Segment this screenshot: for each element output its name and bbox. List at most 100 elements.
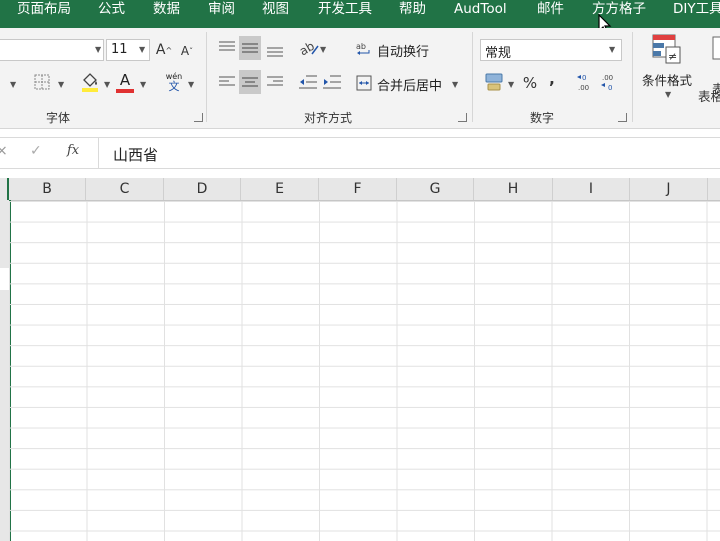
ribbon-separator [206, 32, 207, 122]
number-group-label: 数字 [530, 111, 555, 125]
conditional-formatting-label: 条件格式 [642, 73, 693, 88]
decrease-font-button[interactable]: Aˇ [178, 42, 196, 60]
orientation-dropdown-icon[interactable]: ▼ [320, 45, 326, 54]
column-header-row: B C D E F G H I J [0, 178, 720, 201]
comma-label: , [549, 70, 555, 88]
number-launcher-icon[interactable] [618, 113, 627, 122]
align-bottom-icon[interactable] [266, 42, 284, 58]
merge-center-icon [356, 75, 372, 91]
align-top-icon[interactable] [218, 40, 236, 54]
formula-bar: × ✓ fx 山西省 [0, 137, 720, 169]
alignment-group-label: 对齐方式 [304, 111, 353, 125]
currency-dropdown-icon[interactable]: ▼ [508, 80, 514, 89]
percent-label: % [522, 74, 538, 92]
svg-text:.00: .00 [578, 84, 589, 92]
fill-color-dropdown-icon[interactable]: ▼ [104, 80, 110, 89]
svg-text:0: 0 [608, 84, 612, 92]
menu-data[interactable]: 数据 [153, 0, 180, 22]
increase-decimal-icon[interactable]: 0 .00 [576, 72, 596, 92]
phonetic-dropdown-icon[interactable]: ▼ [188, 80, 194, 89]
comma-button[interactable]: , [546, 68, 558, 90]
number-format-value: 常规 [485, 46, 512, 61]
formula-content: 山西省 [113, 146, 159, 164]
column-header-h[interactable]: H [474, 178, 553, 200]
phonetic-bottom: 文 [168, 80, 180, 93]
svg-text:ab: ab [356, 42, 366, 51]
number-format-box[interactable]: 常规 ▼ [480, 39, 622, 61]
align-left-icon[interactable] [218, 75, 236, 89]
decrease-indent-icon[interactable] [298, 74, 318, 90]
wrap-text-button[interactable]: ab 自动换行 [356, 39, 456, 60]
font-size-dropdown-icon: ▼ [139, 45, 146, 54]
font-launcher-icon[interactable] [194, 113, 203, 122]
decrease-decimal-icon[interactable]: .00 0 [600, 72, 620, 92]
table-format-icon[interactable] [712, 36, 720, 60]
select-all-corner[interactable] [0, 178, 9, 200]
menu-developer[interactable]: 开发工具 [318, 0, 372, 22]
formula-input[interactable]: 山西省 [98, 138, 720, 168]
font-size-box[interactable]: 11 ▼ [106, 39, 150, 61]
menu-page-layout[interactable]: 页面布局 [17, 0, 71, 22]
decrease-font-label: A [180, 44, 190, 58]
prev-dropdown-icon[interactable]: ▼ [10, 80, 16, 89]
svg-text:≠: ≠ [668, 50, 677, 63]
column-header-e[interactable]: E [241, 178, 319, 200]
currency-icon[interactable] [484, 72, 504, 92]
menu-diy[interactable]: DIY工具 [673, 0, 720, 22]
column-header-i[interactable]: I [553, 178, 630, 200]
column-header-c[interactable]: C [86, 178, 164, 200]
column-header-g[interactable]: G [397, 178, 474, 200]
confirm-edit-icon[interactable]: ✓ [30, 143, 42, 159]
align-center-icon [242, 77, 258, 87]
format-as-table-label[interactable]: 表格 [698, 86, 720, 105]
column-header-d[interactable]: D [164, 178, 241, 200]
menu-formulas[interactable]: 公式 [98, 0, 125, 22]
menu-view[interactable]: 视图 [262, 0, 289, 22]
cancel-edit-icon[interactable]: × [0, 143, 8, 159]
ribbon-separator [472, 32, 473, 122]
increase-font-button[interactable]: A ^ [154, 40, 174, 60]
border-dropdown-icon[interactable]: ▼ [58, 80, 64, 89]
svg-text:.00: .00 [602, 74, 613, 82]
cell-area[interactable] [9, 201, 720, 541]
insert-function-button[interactable]: fx [67, 143, 79, 158]
ribbon: ▼ 11 ▼ A ^ Aˇ ▼ ▼ ▼ A ▼ wén 文 ▼ 字体 ab ▼ … [0, 28, 720, 129]
align-right-icon[interactable] [266, 75, 284, 89]
phonetic-button[interactable]: wén 文 [164, 72, 184, 96]
font-size-value: 11 [111, 42, 128, 57]
wrap-text-icon: ab [356, 42, 370, 55]
font-color-letter: A [119, 71, 131, 89]
menu-help[interactable]: 帮助 [399, 0, 426, 22]
font-group-label: 字体 [46, 111, 71, 125]
increase-font-label: A [155, 42, 166, 58]
orientation-icon[interactable]: ab [298, 38, 320, 58]
menu-mail[interactable]: 邮件 [537, 0, 564, 22]
font-name-box[interactable] [0, 39, 104, 61]
conditional-formatting-button[interactable]: ≠ 条件格式 ▼ [640, 32, 696, 102]
merge-center-button[interactable]: 合并后居中 [356, 74, 464, 94]
wrap-text-label: 自动换行 [377, 45, 430, 60]
font-color-button[interactable]: A [116, 71, 134, 89]
worksheet-grid: B C D E F G H I J [0, 168, 720, 541]
conditional-formatting-dropdown-icon: ▼ [665, 90, 672, 99]
alignment-launcher-icon[interactable] [458, 113, 467, 122]
svg-text:0: 0 [582, 74, 586, 82]
increase-indent-icon[interactable] [322, 74, 342, 90]
svg-text:ab: ab [298, 39, 317, 58]
conditional-formatting-icon: ≠ [652, 34, 681, 64]
align-center-button[interactable] [239, 70, 261, 94]
align-middle-icon [242, 43, 258, 53]
menu-audtool[interactable]: AudTool [454, 0, 507, 22]
fill-color-icon[interactable] [80, 70, 100, 92]
merge-dropdown-icon[interactable]: ▼ [452, 80, 458, 89]
column-header-b[interactable]: B [9, 178, 86, 200]
border-icon[interactable] [34, 74, 50, 90]
menu-review[interactable]: 审阅 [208, 0, 235, 22]
font-name-dropdown-icon[interactable]: ▼ [95, 45, 101, 54]
column-header-j[interactable]: J [630, 178, 708, 200]
font-color-swatch [116, 89, 134, 93]
percent-button[interactable]: % [522, 74, 538, 92]
column-header-f[interactable]: F [319, 178, 397, 200]
align-middle-button[interactable] [239, 36, 261, 60]
font-color-dropdown-icon[interactable]: ▼ [140, 80, 146, 89]
